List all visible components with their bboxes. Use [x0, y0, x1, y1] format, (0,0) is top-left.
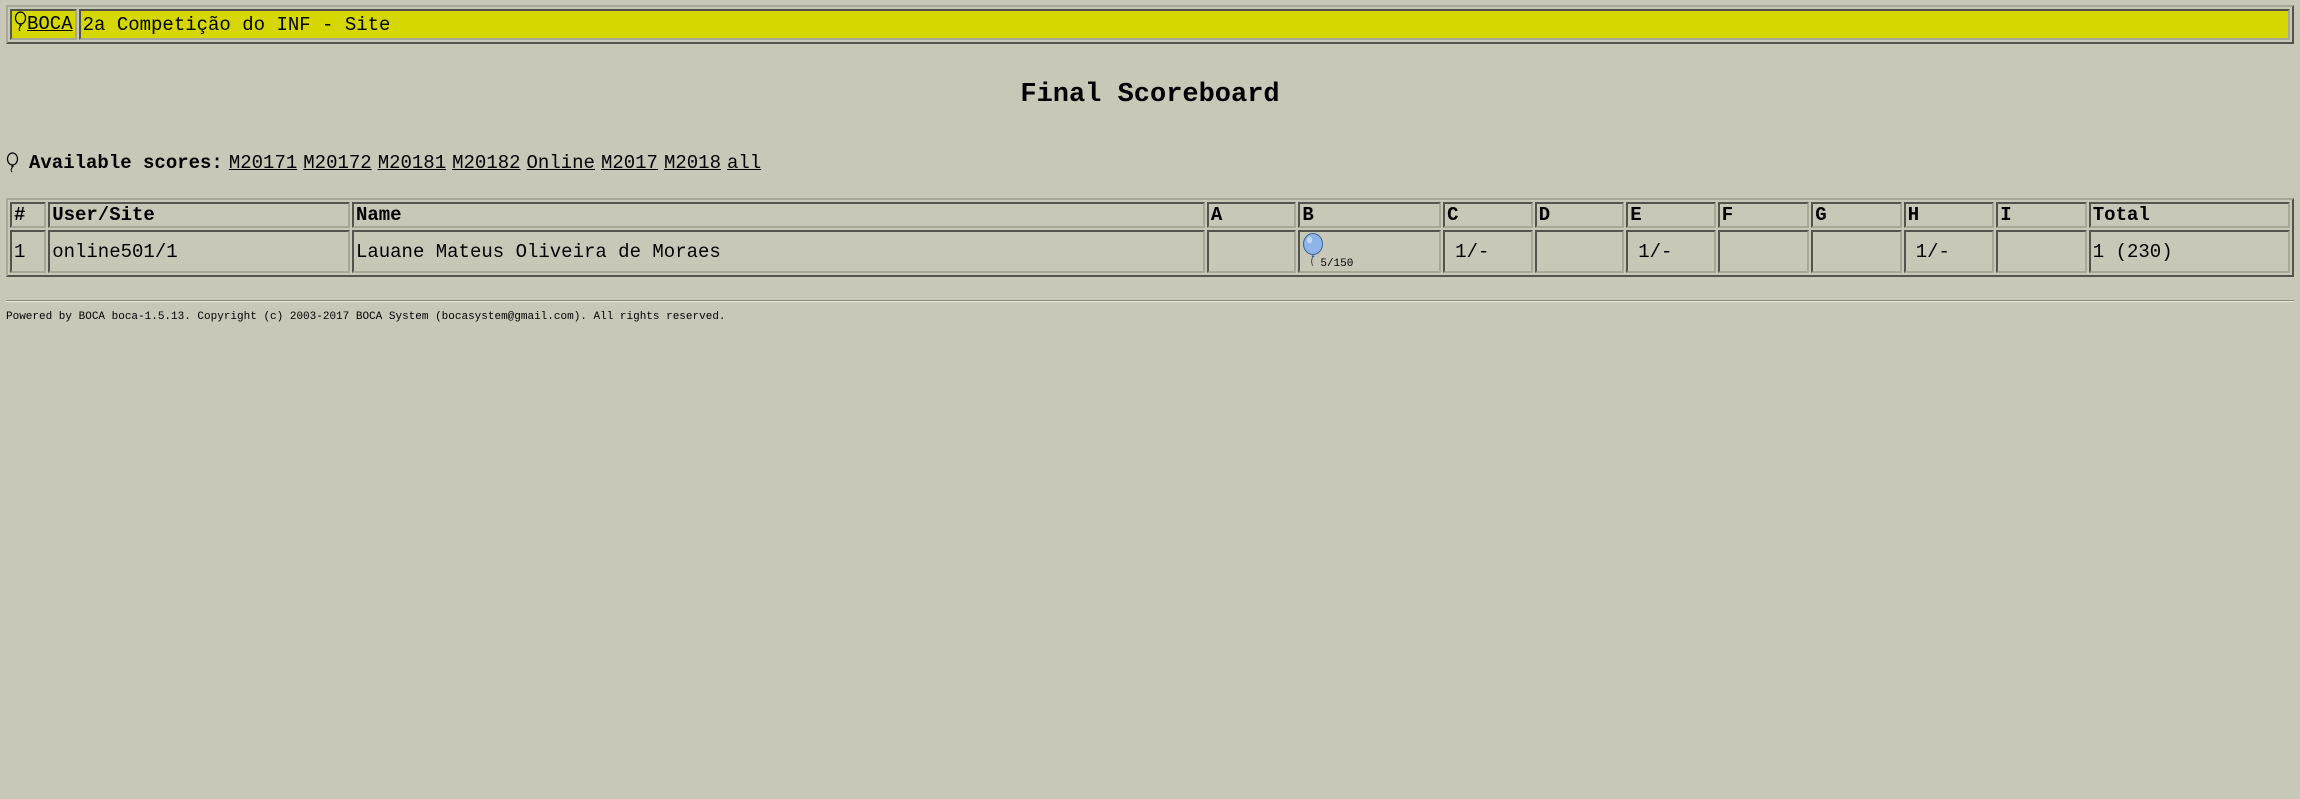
score-link-all[interactable]: all: [727, 152, 761, 174]
header-problem-i: I: [1996, 202, 2087, 228]
problem-b-score: 5/150: [1320, 258, 1354, 270]
cell-problem-c: 1/-: [1443, 230, 1533, 273]
table-header-row: # User/Site Name A B C D E F G H I Total: [10, 202, 2290, 228]
header-name: Name: [351, 202, 1205, 228]
cell-problem-i: [1996, 230, 2087, 273]
header-problem-g: G: [1811, 202, 1902, 228]
header-problem-h: H: [1903, 202, 1995, 228]
cell-problem-a: [1206, 230, 1297, 273]
brand-link[interactable]: BOCA: [27, 13, 73, 35]
header-problem-c: C: [1443, 202, 1533, 228]
balloon-logo-icon: [14, 11, 27, 38]
score-link-m20182[interactable]: M20182: [452, 152, 520, 174]
cell-problem-e: 1/-: [1626, 230, 1716, 273]
score-link-m20171[interactable]: M20171: [229, 152, 297, 174]
cell-problem-f: [1717, 230, 1810, 273]
row-rank: 1: [10, 230, 47, 273]
score-link-online[interactable]: Online: [527, 152, 595, 174]
cell-problem-b: 5/150: [1298, 230, 1442, 273]
header-user-site: User/Site: [48, 202, 350, 228]
cell-problem-h: 1/-: [1903, 230, 1995, 273]
available-scores: Available scores: M20171 M20172 M20181 M2018…: [6, 152, 767, 179]
score-link-m20172[interactable]: M20172: [303, 152, 371, 174]
header-rank: #: [10, 202, 47, 228]
header-problem-e: E: [1626, 202, 1716, 228]
header-total: Total: [2088, 202, 2290, 228]
header-bar: BOCA 2a Competição do INF - Site: [6, 5, 2294, 44]
balloon-icon: [6, 152, 19, 179]
score-link-m2017[interactable]: M2017: [601, 152, 658, 174]
scoreboard-table: # User/Site Name A B C D E F G H I Total…: [6, 198, 2294, 277]
header-problem-d: D: [1534, 202, 1625, 228]
row-total: 1 (230): [2088, 230, 2290, 273]
page-title: Final Scoreboard: [1020, 80, 1280, 110]
header-problem-a: A: [1206, 202, 1297, 228]
table-row: 1 online501/1 Lauane Mateus Oliveira de …: [10, 230, 2290, 273]
row-name: Lauane Mateus Oliveira de Moraes: [351, 230, 1205, 273]
available-scores-label: Available scores:: [29, 152, 223, 174]
brand-cell: BOCA: [10, 9, 77, 40]
score-link-m20181[interactable]: M20181: [378, 152, 446, 174]
footer-divider: [6, 300, 2294, 302]
header-problem-f: F: [1717, 202, 1810, 228]
cell-problem-g: [1811, 230, 1902, 273]
score-link-m2018[interactable]: M2018: [664, 152, 721, 174]
header-problem-b: B: [1298, 202, 1442, 228]
footer-text: Powered by BOCA boca-1.5.13. Copyright (…: [6, 311, 726, 323]
site-title: 2a Competição do INF - Site: [78, 9, 2290, 40]
row-user-site: online501/1: [48, 230, 350, 273]
cell-problem-d: [1534, 230, 1625, 273]
